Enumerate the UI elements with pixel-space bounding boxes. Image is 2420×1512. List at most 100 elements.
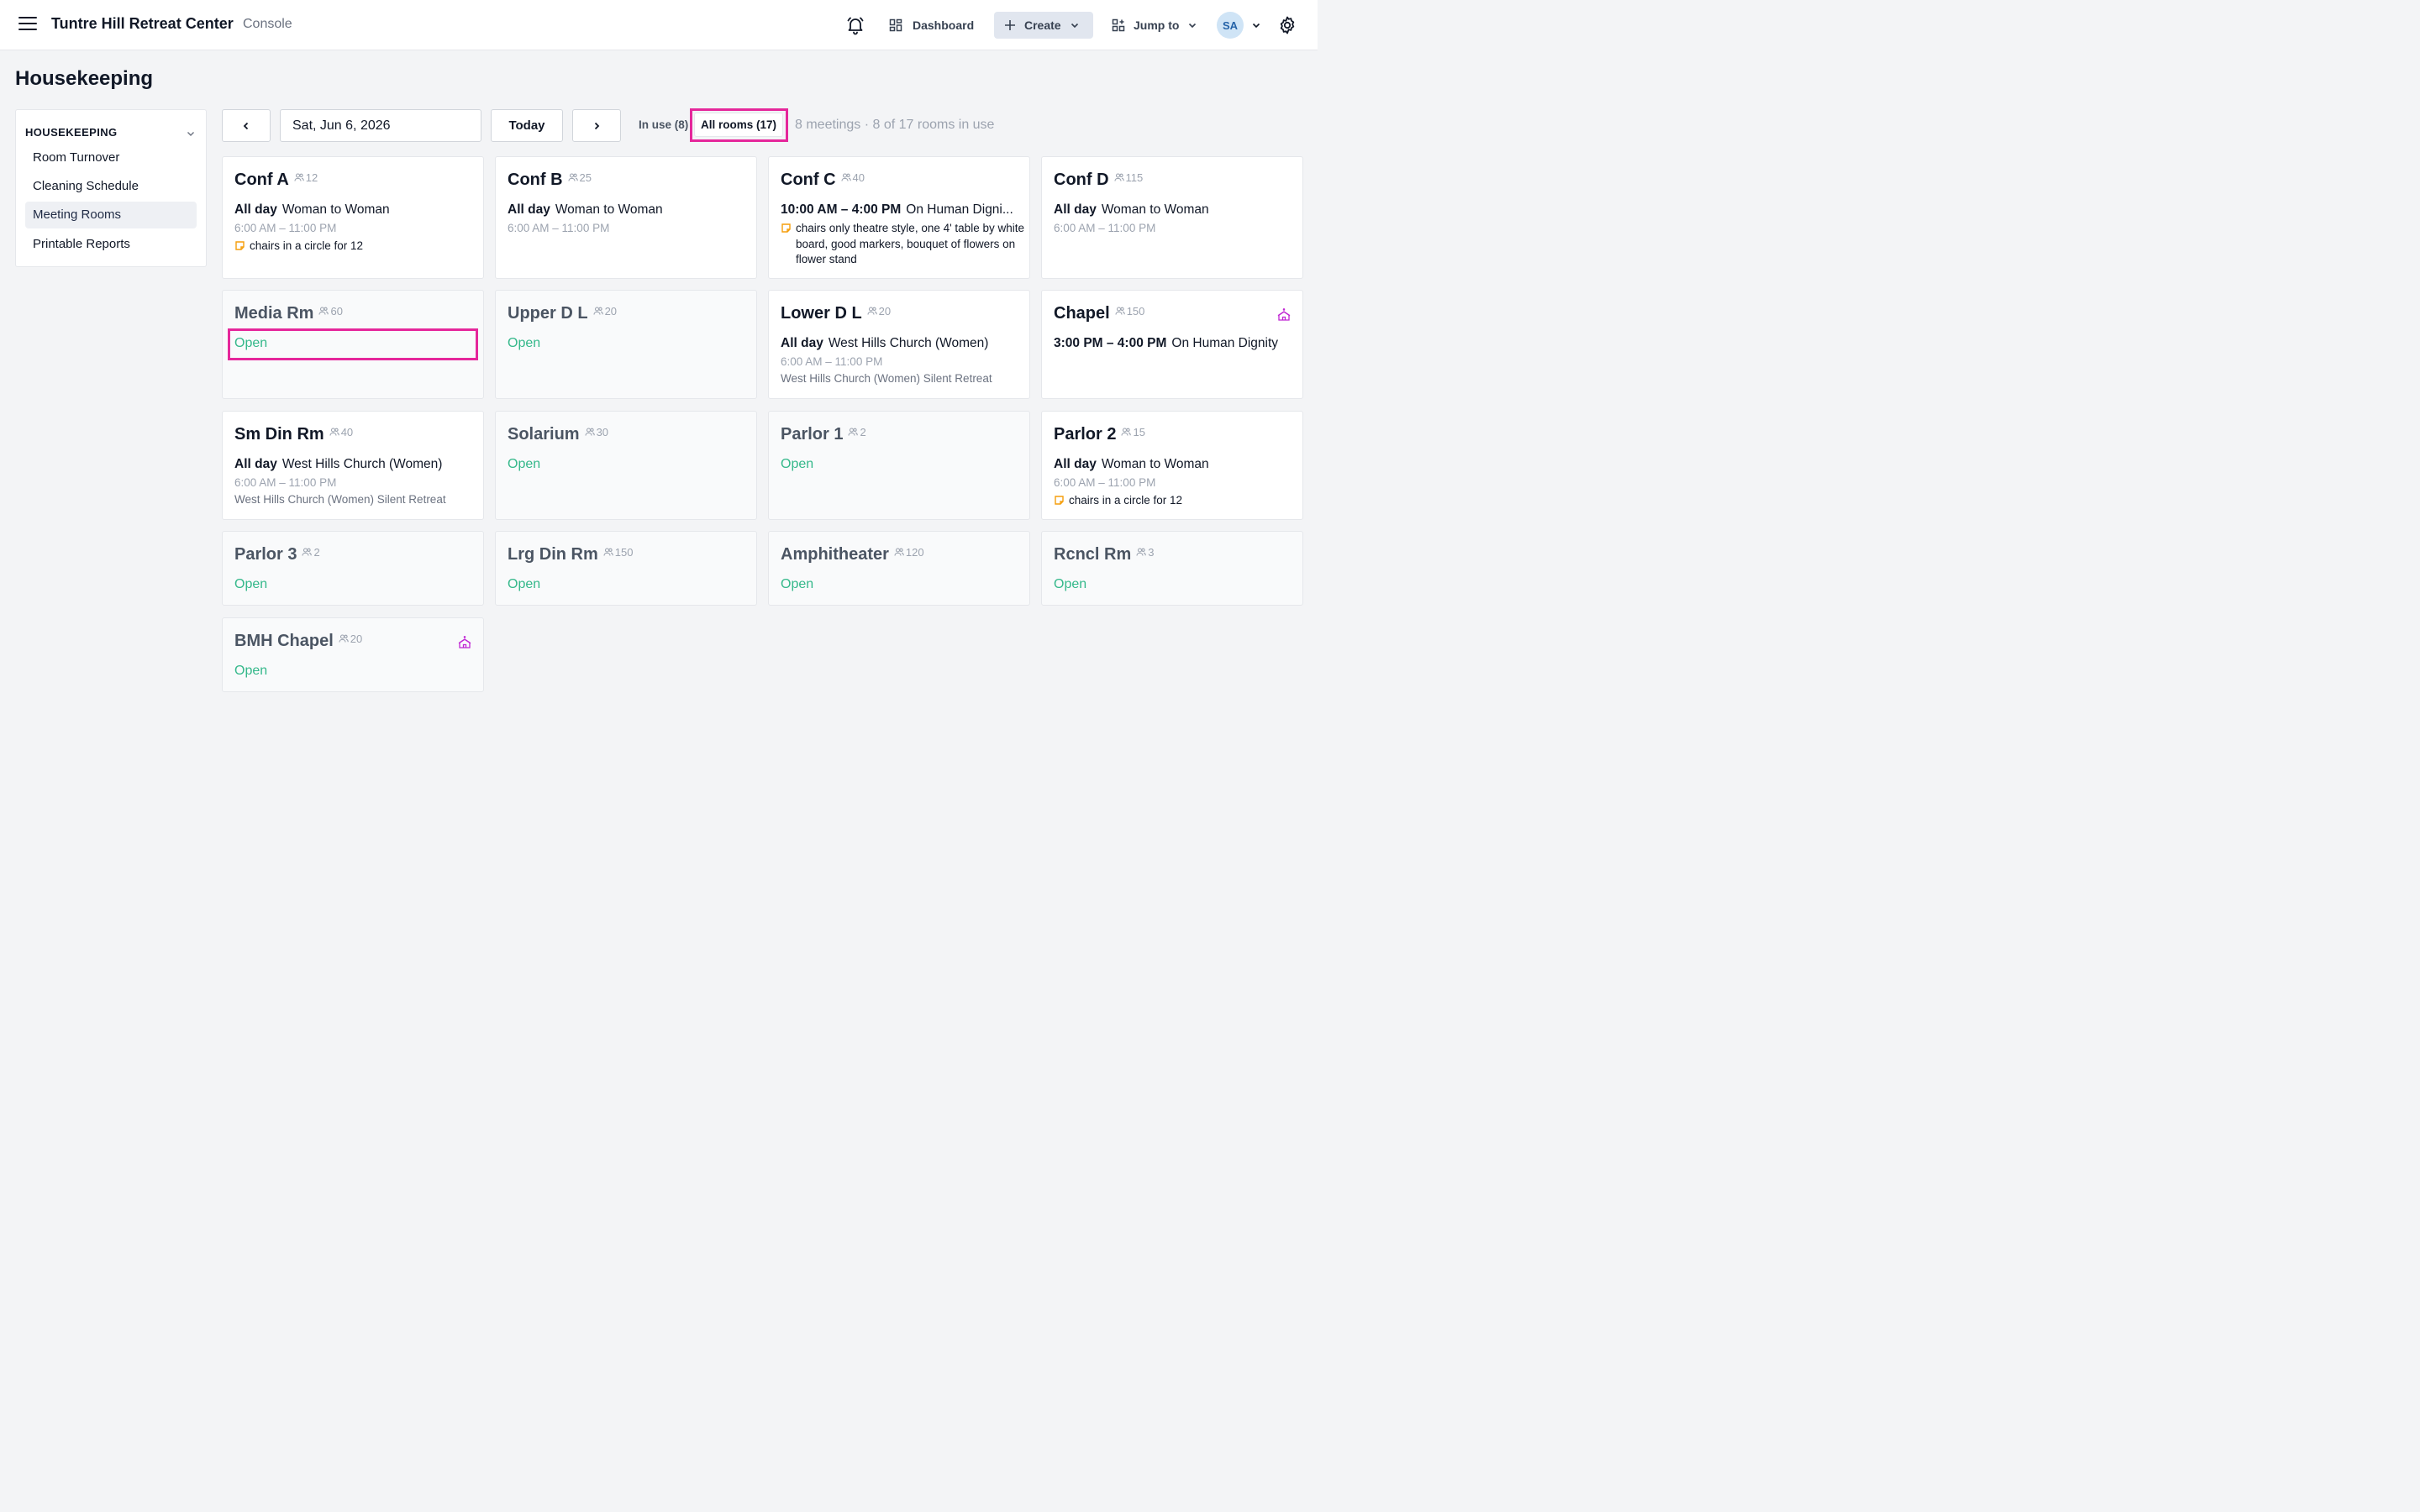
room-name: Conf A 12 [234, 171, 318, 190]
capacity-value: 120 [905, 545, 924, 559]
chevron-left-icon [243, 122, 249, 129]
capacity-value: 60 [330, 304, 343, 318]
room-card-amphitheater[interactable]: Amphitheater 120 Open [768, 531, 1030, 606]
create-button[interactable]: Create [994, 12, 1093, 39]
room-name-text: Conf A [234, 171, 289, 189]
room-capacity: 30 [585, 426, 608, 438]
room-name-text: Parlor 1 [781, 425, 844, 444]
capacity-value: 30 [596, 425, 609, 438]
room-name: Parlor 3 2 [234, 545, 320, 564]
capacity-value: 20 [350, 632, 363, 645]
room-card-lrg-din-rm[interactable]: Lrg Din Rm 150 Open [495, 531, 757, 606]
meeting-line: 3:00 PM – 4:00 PM On Human Dignity [1054, 336, 1292, 351]
plus-icon [1005, 20, 1015, 30]
room-capacity: 20 [593, 305, 617, 318]
people-icon [603, 548, 613, 556]
room-card-bmh-chapel[interactable]: BMH Chapel 20 Open [222, 617, 484, 692]
people-icon [1113, 173, 1124, 181]
room-card-rcncl-rm[interactable]: Rcncl Rm 3 Open [1041, 531, 1303, 606]
room-capacity: 3 [1136, 546, 1154, 559]
people-icon [1136, 548, 1146, 556]
people-icon [318, 307, 329, 315]
dashboard-button[interactable]: Dashboard [889, 13, 974, 37]
sidebar-item-room-turnover[interactable]: Room Turnover [25, 144, 197, 171]
filter-all-rooms[interactable]: All rooms (17) [694, 113, 783, 137]
people-icon [848, 428, 859, 436]
chevron-down-icon[interactable] [186, 129, 196, 139]
room-name-text: Media Rm [234, 304, 314, 323]
meeting-title: Woman to Woman [281, 202, 390, 217]
chevron-down-icon[interactable] [1251, 20, 1261, 30]
capacity-value: 150 [614, 545, 634, 559]
room-card-media-rm[interactable]: Media Rm 60 Open [222, 290, 484, 399]
menu-icon[interactable] [18, 17, 37, 32]
capacity-value: 40 [340, 425, 354, 438]
room-capacity: 12 [294, 171, 318, 184]
capacity-value: 40 [852, 171, 865, 184]
capacity-value: 115 [1125, 171, 1144, 184]
sidebar-item-printable-reports[interactable]: Printable Reports [25, 231, 197, 258]
capacity-value: 20 [878, 304, 892, 318]
room-open-status: Open [234, 577, 268, 591]
people-icon [329, 428, 339, 436]
meeting-group: West Hills Church (Women) Silent Retreat [234, 493, 446, 506]
apps-icon [1112, 18, 1125, 32]
room-name-text: Conf C [781, 171, 836, 189]
user-avatar[interactable]: SA [1217, 12, 1244, 39]
room-name-text: Conf B [508, 171, 563, 189]
people-icon [894, 548, 904, 556]
previous-day-button[interactable] [222, 109, 271, 142]
notification-bell-icon[interactable] [845, 15, 865, 35]
room-name: Parlor 1 2 [781, 425, 866, 444]
room-card-conf-b[interactable]: Conf B 25 All day Woman to Woman 6:00 AM – 1… [495, 156, 757, 279]
date-input[interactable] [280, 109, 481, 142]
room-name-text: Rcncl Rm [1054, 545, 1132, 564]
capacity-value: 2 [860, 425, 866, 438]
room-card-parlor-3[interactable]: Parlor 3 2 Open [222, 531, 484, 606]
jump-to-button[interactable]: Jump to [1112, 13, 1197, 37]
capacity-value: 25 [579, 171, 592, 184]
meeting-title: West Hills Church (Women) [828, 336, 989, 350]
meeting-time: All day [234, 457, 277, 471]
room-name-text: Parlor 2 [1054, 425, 1117, 444]
room-card-solarium[interactable]: Solarium 30 Open [495, 411, 757, 520]
top-bar: Tuntre Hill Retreat Center Console Dashb… [0, 0, 1318, 50]
app-title[interactable]: Tuntre Hill Retreat Center [51, 15, 234, 33]
next-day-button[interactable] [572, 109, 621, 142]
room-card-conf-a[interactable]: Conf A 12 All day Woman to Woman 6:00 AM – 1… [222, 156, 484, 279]
room-name-text: Lower D L [781, 304, 862, 323]
room-card-chapel[interactable]: Chapel 150 3:00 PM – 4:00 PM On Human Digni… [1041, 290, 1303, 399]
sticky-note-icon [781, 223, 791, 233]
sidebar-item-cleaning-schedule[interactable]: Cleaning Schedule [25, 173, 197, 200]
setup-note: chairs only theatre style, one 4' table … [781, 221, 1024, 268]
meeting-hours: 6:00 AM – 11:00 PM [234, 476, 337, 489]
meeting-line: 10:00 AM – 4:00 PM On Human Digni... [781, 202, 1019, 218]
sidebar-item-meeting-rooms[interactable]: Meeting Rooms [25, 202, 197, 228]
room-card-upper-d-l[interactable]: Upper D L 20 Open [495, 290, 757, 399]
room-capacity: 20 [867, 305, 891, 318]
room-card-conf-d[interactable]: Conf D 115 All day Woman to Woman 6:00 AM – … [1041, 156, 1303, 279]
meeting-line: All day West Hills Church (Women) [781, 336, 1019, 351]
room-card-lower-d-l[interactable]: Lower D L 20 All day West Hills Church (Wom… [768, 290, 1030, 399]
meeting-time: All day [781, 336, 823, 350]
room-card-parlor-1[interactable]: Parlor 1 2 Open [768, 411, 1030, 520]
gear-icon[interactable] [1277, 15, 1297, 35]
people-icon [593, 307, 603, 315]
setup-note-text: chairs only theatre style, one 4' table … [796, 222, 1024, 265]
room-card-conf-c[interactable]: Conf C 40 10:00 AM – 4:00 PM On Human Digni… [768, 156, 1030, 279]
meeting-title: Woman to Woman [1101, 457, 1209, 471]
meeting-hours: 6:00 AM – 11:00 PM [1054, 222, 1156, 234]
room-name: Conf C 40 [781, 171, 865, 190]
chapel-icon [458, 636, 471, 648]
filter-in-use[interactable]: In use (8) [639, 118, 688, 131]
room-open-status: Open [234, 664, 268, 678]
room-name-text: Solarium [508, 425, 580, 444]
room-capacity: 150 [1115, 305, 1144, 318]
room-name-text: BMH Chapel [234, 632, 334, 650]
room-card-sm-din-rm[interactable]: Sm Din Rm 40 All day West Hills Church (Wom… [222, 411, 484, 520]
meeting-line: All day Woman to Woman [1054, 457, 1292, 472]
room-name-text: Upper D L [508, 304, 588, 323]
room-card-parlor-2[interactable]: Parlor 2 15 All day Woman to Woman 6:00 AM –… [1041, 411, 1303, 520]
today-button[interactable]: Today [491, 109, 563, 142]
room-open-status: Open [781, 457, 814, 471]
